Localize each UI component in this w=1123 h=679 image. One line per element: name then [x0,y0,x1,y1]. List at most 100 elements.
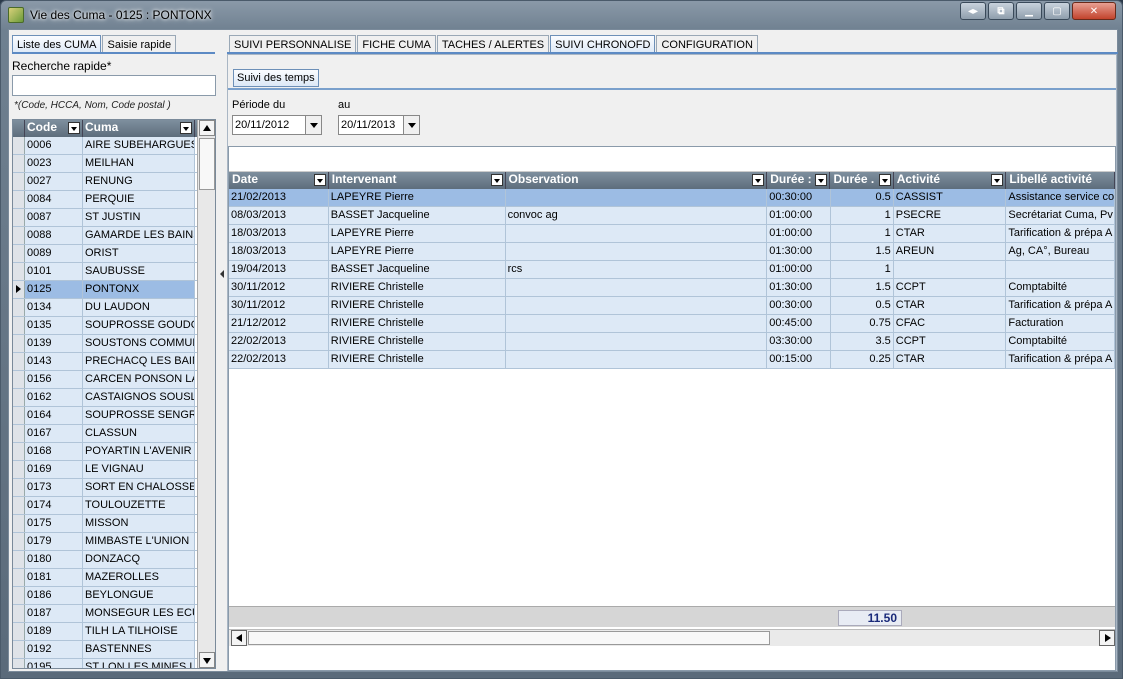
minimize-button[interactable]: ▁ [1016,2,1042,20]
cuma-code-cell[interactable]: 0168 [25,443,83,460]
cuma-name-cell[interactable]: CASTAIGNOS SOUSLEN [83,389,195,406]
cuma-name-cell[interactable]: SOUPROSSE GOUDOSS [83,317,195,334]
observation-cell[interactable] [505,297,768,315]
libelle-activite-cell[interactable] [1006,261,1115,279]
filter-dropdown-icon[interactable] [991,174,1004,186]
time-grid-horizontal-scrollbar[interactable] [229,629,1115,646]
cuma-code-cell[interactable]: 0084 [25,191,83,208]
column-header-code[interactable]: Code [25,120,83,137]
cuma-name-cell[interactable]: MISSON [83,515,195,532]
close-button[interactable]: ✕ [1072,2,1116,20]
cuma-name-cell[interactable]: MIMBASTE L'UNION [83,533,195,550]
observation-cell[interactable] [505,315,768,333]
cuma-code-cell[interactable]: 0175 [25,515,83,532]
filter-dropdown-icon[interactable] [878,174,891,186]
column-header-duree-time[interactable]: Durée : [767,172,831,189]
cuma-code-cell[interactable]: 0174 [25,497,83,514]
date-cell[interactable]: 19/04/2013 [229,261,329,279]
row-selector[interactable] [13,191,25,208]
libelle-activite-cell[interactable]: Comptabilté [1006,279,1115,297]
cuma-code-cell[interactable]: 0023 [25,155,83,172]
activite-cell[interactable]: PSECRE [893,207,1007,225]
cuma-list-scrollbar[interactable] [197,120,215,668]
scroll-up-icon[interactable] [199,120,215,136]
row-selector[interactable] [13,281,25,298]
filter-dropdown-icon[interactable] [68,122,80,134]
date-cell[interactable]: 30/11/2012 [229,297,329,315]
row-selector[interactable] [13,605,25,622]
cuma-name-cell[interactable]: SAUBUSSE [83,263,195,280]
libelle-activite-cell[interactable]: Tarification & prépa A [1006,297,1115,315]
intervenant-cell[interactable]: BASSET Jacqueline [328,261,506,279]
time-grid-row[interactable]: 21/02/2013 LAPEYRE Pierre 00:30:00 0.5 CASSI… [229,189,1115,207]
cuma-name-cell[interactable]: ORIST [83,245,195,262]
cuma-name-cell[interactable]: SORT EN CHALOSSE [83,479,195,496]
cuma-name-cell[interactable]: GAMARDE LES BAINS [83,227,195,244]
row-selector[interactable] [13,335,25,352]
libelle-activite-cell[interactable]: Tarification & prépa A [1006,351,1115,369]
cuma-code-cell[interactable]: 0143 [25,353,83,370]
panel-splitter-collapse-icon[interactable] [219,260,225,290]
cuma-name-cell[interactable]: TOULOUZETTE [83,497,195,514]
cuma-list-row[interactable]: 0134 DU LAUDON [13,299,215,317]
cuma-list-row[interactable]: 0187MONSEGUR LES ECURE [13,605,215,623]
column-header-activite[interactable]: Activité [894,172,1007,189]
observation-cell[interactable] [505,279,768,297]
duree-time-cell[interactable]: 00:30:00 [767,297,831,315]
activite-cell[interactable]: CCPT [893,333,1007,351]
cuma-list-row[interactable]: 0088 GAMARDE LES BAINS [13,227,215,245]
intervenant-cell[interactable]: LAPEYRE Pierre [328,189,506,207]
cuma-code-cell[interactable]: 0169 [25,461,83,478]
row-selector[interactable] [13,659,25,668]
observation-cell[interactable] [505,351,768,369]
cuma-code-cell[interactable]: 0180 [25,551,83,568]
date-cell[interactable]: 08/03/2013 [229,207,329,225]
filter-dropdown-icon[interactable] [490,174,503,186]
row-selector[interactable] [13,209,25,226]
cuma-code-cell[interactable]: 0192 [25,641,83,658]
duree-decimal-cell[interactable]: 1 [830,207,894,225]
duree-decimal-cell[interactable]: 3.5 [830,333,894,351]
cuma-name-cell[interactable]: PRECHACQ LES BAINS [83,353,195,370]
intervenant-cell[interactable]: BASSET Jacqueline [328,207,506,225]
observation-cell[interactable]: rcs [505,261,768,279]
cuma-list-row[interactable]: 0164SOUPROSSE SENGRES [13,407,215,425]
duree-decimal-cell[interactable]: 1 [830,225,894,243]
row-selector[interactable] [13,641,25,658]
cuma-code-cell[interactable]: 0027 [25,173,83,190]
time-grid-row[interactable]: 18/03/2013 LAPEYRE Pierre 01:30:00 1.5 AREUN… [229,243,1115,261]
cuma-name-cell[interactable]: RENUNG [83,173,195,190]
intervenant-cell[interactable]: RIVIERE Christelle [328,351,506,369]
activite-cell[interactable]: CFAC [893,315,1007,333]
cuma-list-row[interactable]: 0023 MEILHAN [13,155,215,173]
time-grid-row[interactable]: 30/11/2012 RIVIERE Christelle 00:30:00 0.5 C… [229,297,1115,315]
observation-cell[interactable] [505,333,768,351]
cuma-name-cell[interactable]: SOUPROSSE SENGRES [83,407,195,424]
libelle-activite-cell[interactable]: Secrétariat Cuma, Pv [1006,207,1115,225]
scroll-thumb[interactable] [248,631,770,645]
cuma-name-cell[interactable]: LE VIGNAU [83,461,195,478]
libelle-activite-cell[interactable]: Tarification & prépa A [1006,225,1115,243]
cuma-list-row[interactable]: 0089 ORIST [13,245,215,263]
cuma-name-cell[interactable]: PONTONX [83,281,195,298]
cuma-list-row[interactable]: 0135SOUPROSSE GOUDOSS [13,317,215,335]
cuma-code-cell[interactable]: 0125 [25,281,83,298]
row-selector-header[interactable] [13,120,25,137]
duree-decimal-cell[interactable]: 1.5 [830,279,894,297]
date-cell[interactable]: 22/02/2013 [229,333,329,351]
cuma-code-cell[interactable]: 0156 [25,371,83,388]
duree-decimal-cell[interactable]: 0.5 [830,297,894,315]
row-selector[interactable] [13,371,25,388]
row-selector[interactable] [13,263,25,280]
cuma-code-cell[interactable]: 0162 [25,389,83,406]
row-selector[interactable] [13,407,25,424]
cuma-name-cell[interactable]: PERQUIE [83,191,195,208]
cuma-name-cell[interactable]: MEILHAN [83,155,195,172]
row-selector[interactable] [13,389,25,406]
activite-cell[interactable]: CTAR [893,297,1007,315]
cuma-list-row[interactable]: 0168 POYARTIN L'AVENIR [13,443,215,461]
cuma-code-cell[interactable]: 0186 [25,587,83,604]
duree-time-cell[interactable]: 01:00:00 [767,261,831,279]
column-header-cuma[interactable]: Cuma [83,120,195,137]
intervenant-cell[interactable]: RIVIERE Christelle [328,333,506,351]
